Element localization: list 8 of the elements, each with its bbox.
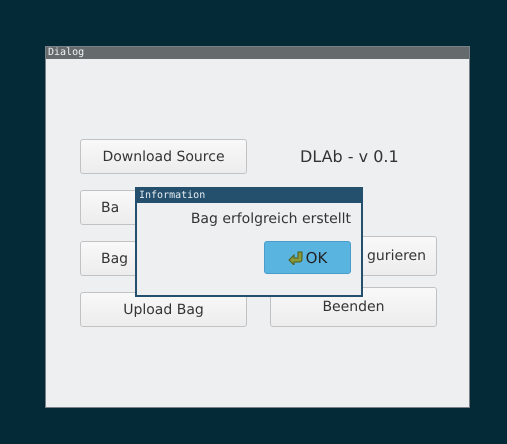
version-label: DLAb - v 0.1	[299, 147, 400, 166]
ok-button[interactable]: OK	[264, 241, 351, 274]
download-source-button[interactable]: Download Source	[80, 139, 247, 174]
window-title: Dialog	[46, 47, 469, 59]
message-text: Bag erfolgreich erstellt	[190, 211, 351, 227]
arrow-icon	[288, 250, 304, 264]
upload-bag-button[interactable]: Upload Bag	[80, 292, 247, 327]
dialog-title: Information	[137, 189, 361, 203]
